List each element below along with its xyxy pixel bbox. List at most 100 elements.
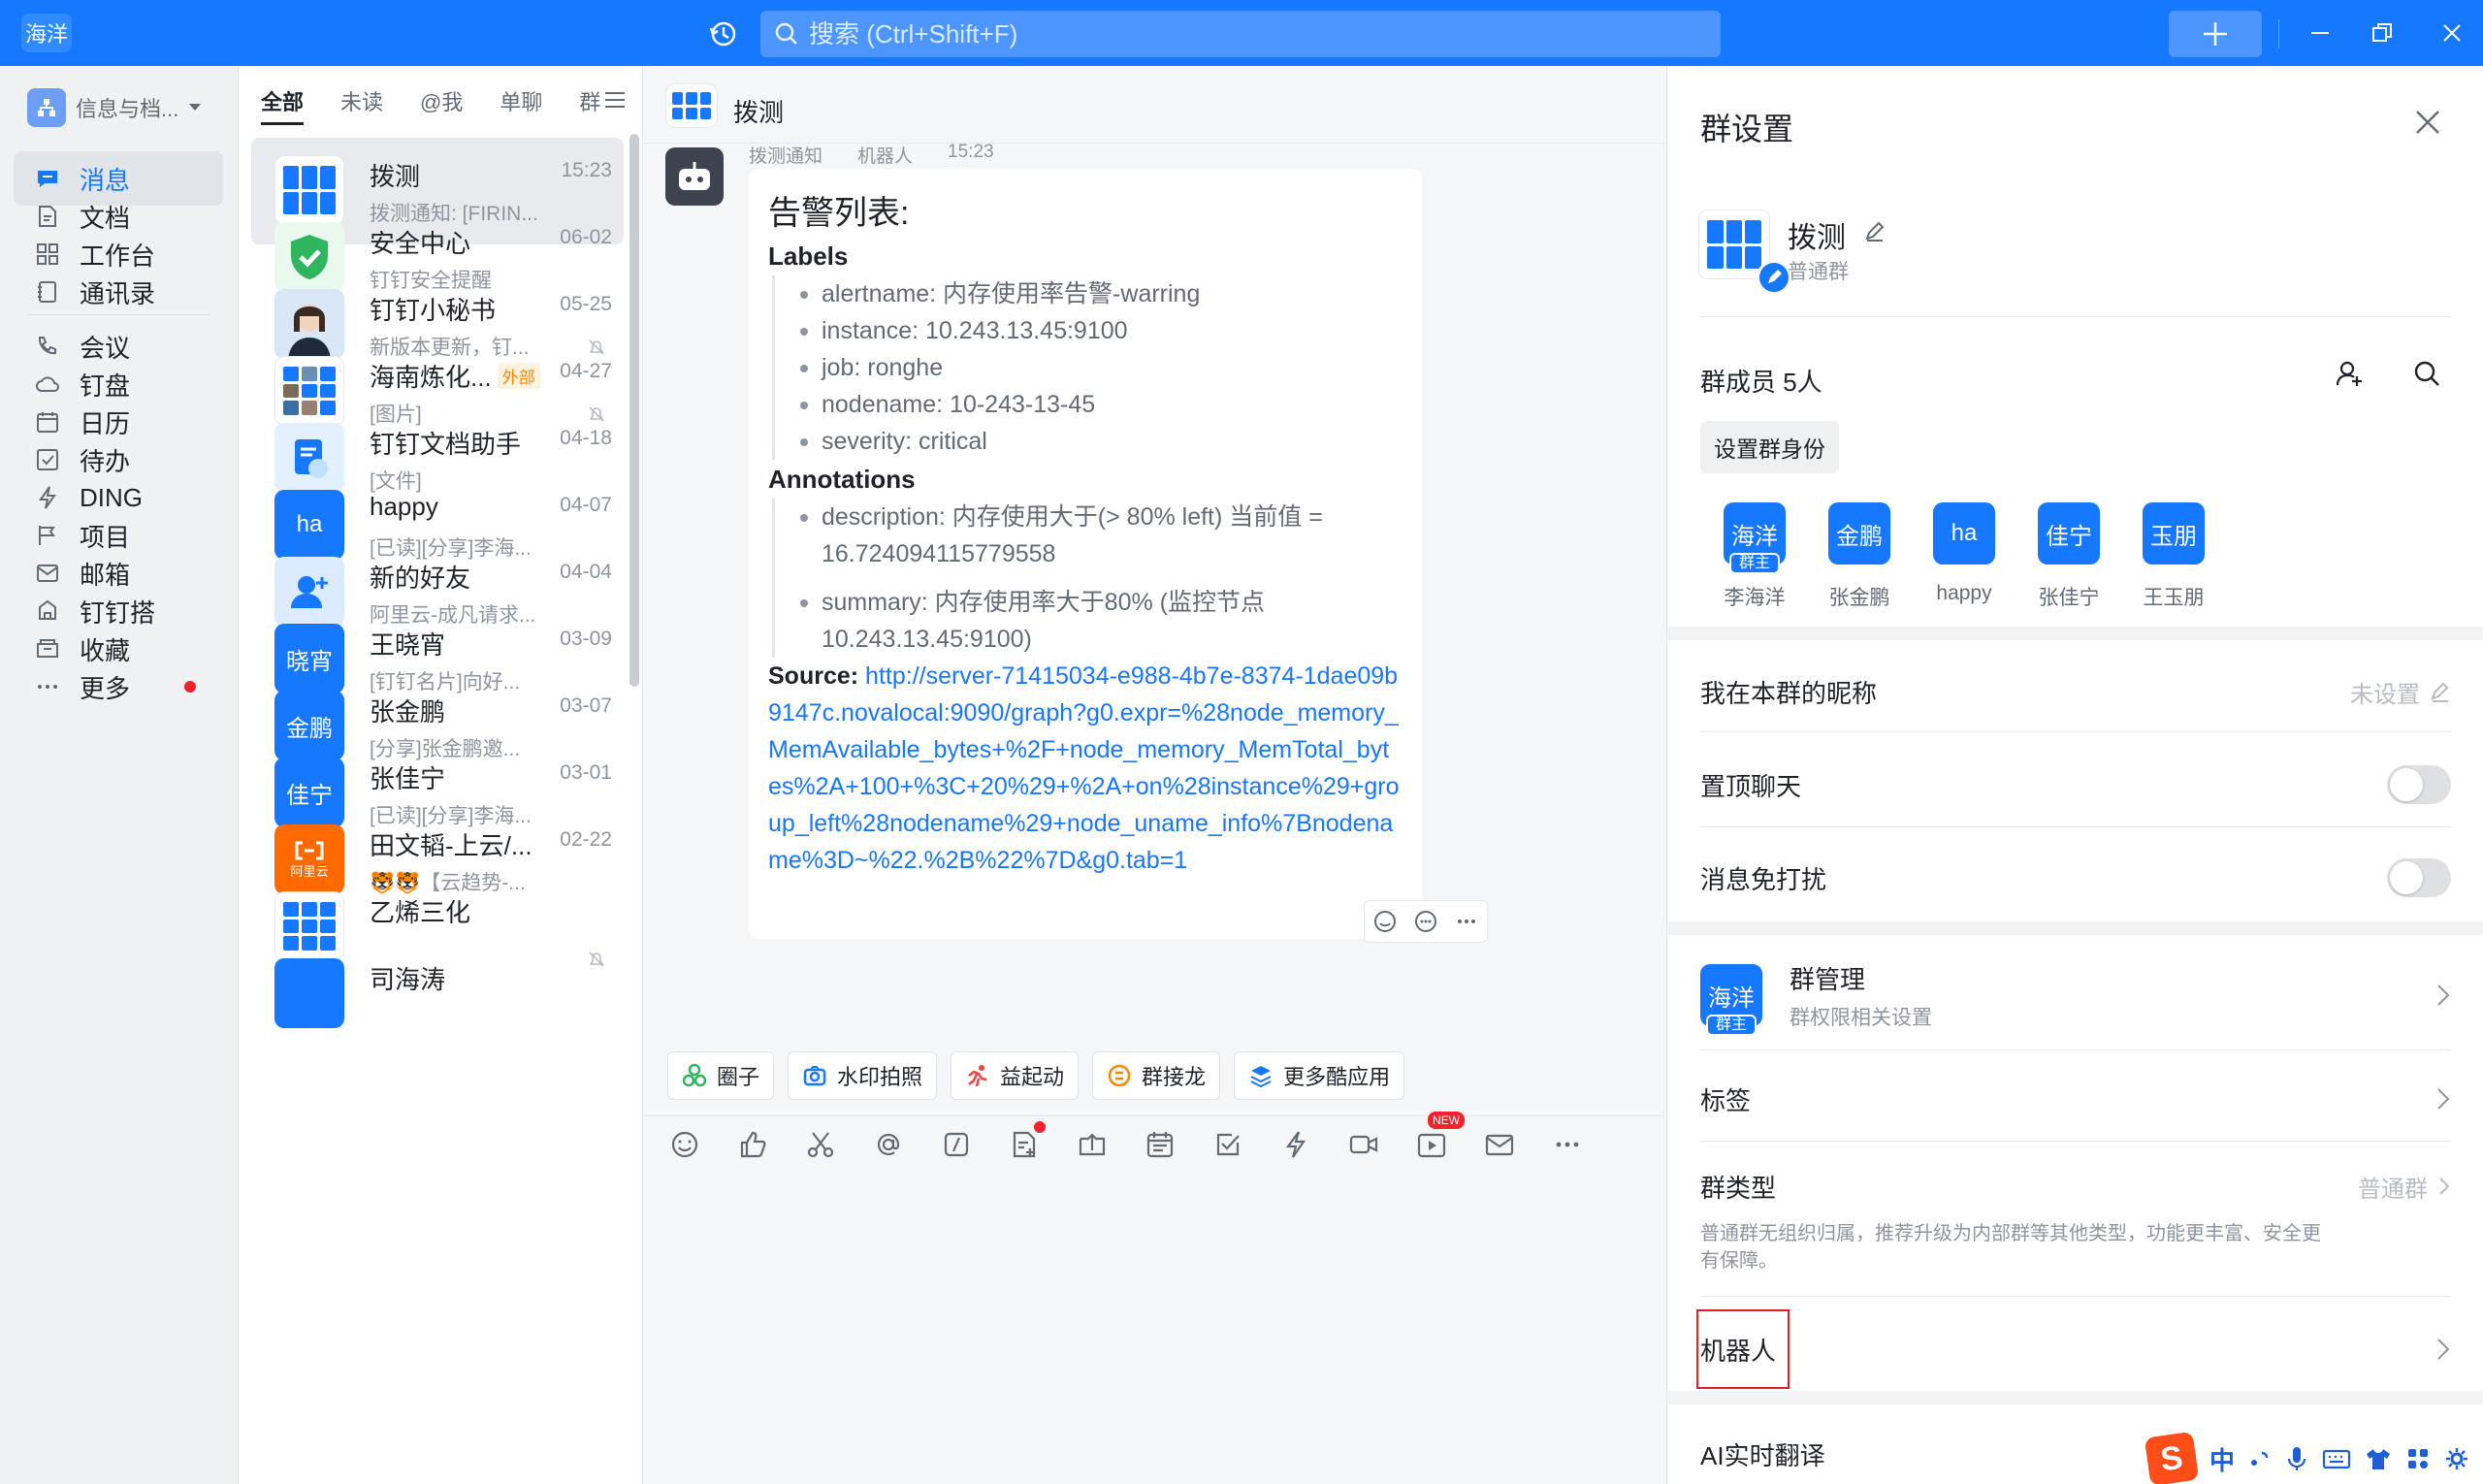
conversation-name: 田文韬-上云/... xyxy=(370,831,532,860)
member-item[interactable]: 玉朋 王玉朋 xyxy=(2135,502,2212,611)
user-avatar-badge[interactable]: 海洋 xyxy=(21,14,72,52)
source-line: Source: http://server-71415034-e988-4b7e… xyxy=(768,658,1403,879)
schedule-icon[interactable] xyxy=(1143,1127,1177,1162)
microphone-icon[interactable] xyxy=(2285,1445,2308,1472)
tab-all[interactable]: 全部 xyxy=(261,85,305,125)
tab-unread[interactable]: 未读 xyxy=(340,85,383,125)
emoji-reaction-icon[interactable] xyxy=(1372,909,1398,934)
conversation-item[interactable]: 司海涛 xyxy=(251,941,624,1048)
quick-app-more-apps[interactable]: 更多酷应用 xyxy=(1234,1051,1405,1100)
history-icon[interactable] xyxy=(706,16,741,51)
owner-avatar: 海洋 群主 xyxy=(1700,964,1762,1036)
ding-message-icon[interactable] xyxy=(1278,1127,1313,1162)
tab-mentions[interactable]: @我 xyxy=(420,85,463,125)
members-title: 群成员 5人 xyxy=(1700,368,1822,397)
conversation-time: 15:23 xyxy=(561,159,612,181)
tab-groups[interactable]: 群 xyxy=(579,85,600,125)
email-icon[interactable] xyxy=(1482,1127,1517,1162)
nickname-value: 未设置 xyxy=(2350,675,2451,709)
more-tools-icon[interactable] xyxy=(1550,1127,1585,1162)
toolbox-icon[interactable] xyxy=(2405,1446,2431,1471)
divider xyxy=(1700,1049,2451,1050)
skin-icon[interactable] xyxy=(2365,1446,2392,1471)
titlebar-divider xyxy=(2278,19,2279,48)
list-scrollbar[interactable] xyxy=(629,134,639,687)
new-document-icon[interactable] xyxy=(1007,1121,1046,1162)
close-window-button[interactable] xyxy=(2433,14,2471,52)
more-actions-icon[interactable] xyxy=(1454,909,1479,934)
mute-toggle[interactable] xyxy=(2387,858,2451,897)
tags-row[interactable]: 标签 xyxy=(1700,1073,2451,1125)
minimize-button[interactable] xyxy=(2301,14,2339,52)
add-member-icon[interactable] xyxy=(2335,359,2364,393)
new-tag: NEW xyxy=(1428,1112,1465,1129)
quick-app-watermark-camera[interactable]: 水印拍照 xyxy=(788,1051,938,1100)
live-stream-icon[interactable]: NEW xyxy=(1414,1112,1465,1162)
quick-app-label: 群接龙 xyxy=(1142,1065,1207,1089)
upload-file-icon[interactable] xyxy=(1075,1127,1110,1162)
conversation-list: 全部 未读 @我 单聊 群 拨测 15:23 拨测通知: [FIRIN... 安… xyxy=(240,66,643,1484)
message-sender-role: 机器人 xyxy=(857,146,914,167)
search-icon xyxy=(775,22,797,45)
group-avatar-large[interactable] xyxy=(1698,210,1791,295)
create-button[interactable] xyxy=(2169,11,2262,57)
reply-icon[interactable] xyxy=(1413,909,1438,934)
member-avatar: 海洋 群主 xyxy=(1724,502,1786,574)
quick-app-relay[interactable]: 群接龙 xyxy=(1092,1051,1221,1100)
group-management-row[interactable]: 海洋 群主 群管理 群权限相关设置 xyxy=(1700,956,2451,1036)
screenshot-icon[interactable] xyxy=(803,1127,838,1162)
slash-command-icon[interactable] xyxy=(939,1127,974,1162)
set-group-identity-button[interactable]: 设置群身份 xyxy=(1700,421,1839,473)
member-item[interactable]: 金鹏 张金鹏 xyxy=(1821,502,1898,611)
search-icon[interactable] xyxy=(2412,359,2441,393)
group-type-label: 群类型 xyxy=(1700,1173,1777,1203)
group-type-row[interactable]: 群类型 普通群 xyxy=(1700,1160,2451,1212)
member-item[interactable]: ha happy xyxy=(1925,502,2003,605)
mention-icon[interactable] xyxy=(871,1127,906,1162)
conversation-time: 06-02 xyxy=(560,226,612,248)
member-name: 李海洋 xyxy=(1724,587,1786,609)
search-input[interactable] xyxy=(809,18,1682,49)
close-icon[interactable] xyxy=(2412,107,2443,143)
filter-menu-icon[interactable] xyxy=(602,87,628,117)
ime-mode[interactable]: 中 xyxy=(2209,1441,2235,1477)
edit-name-icon[interactable] xyxy=(1863,219,1886,247)
source-link[interactable]: http://server-71415034-e988-4b7e-8374-1d… xyxy=(768,662,1400,874)
tab-single-chat[interactable]: 单聊 xyxy=(500,85,542,125)
quick-app-exercise[interactable]: 益起动 xyxy=(951,1051,1080,1100)
circle-app-icon xyxy=(682,1063,707,1087)
video-call-icon[interactable] xyxy=(1346,1127,1381,1162)
member-item[interactable]: 佳宁 张佳宁 xyxy=(2030,502,2108,611)
pin-chat-toggle[interactable] xyxy=(2387,765,2451,804)
global-search[interactable] xyxy=(760,11,1721,57)
punctuation-icon[interactable] xyxy=(2248,1447,2272,1470)
source-label: Source: xyxy=(768,662,859,690)
emoji-icon[interactable] xyxy=(667,1127,702,1162)
tags-label: 标签 xyxy=(1700,1085,1752,1115)
label-item: nodename: 10-243-13-45 xyxy=(798,386,1403,423)
labels-list: alertname: 内存使用率告警-warring instance: 10.… xyxy=(772,275,1403,460)
keyboard-icon[interactable] xyxy=(2322,1447,2351,1470)
settings-gear-icon[interactable] xyxy=(2444,1446,2469,1471)
sogou-logo[interactable]: S xyxy=(2144,1431,2200,1484)
robot-row[interactable]: 机器人 xyxy=(1700,1323,2451,1375)
organization-switcher[interactable]: 信息与档... xyxy=(27,87,202,128)
more-icon xyxy=(38,685,57,689)
thumbs-up-icon[interactable] xyxy=(735,1127,770,1162)
nickname-label: 我在本群的昵称 xyxy=(1700,678,1878,708)
alert-message-bubble[interactable]: 告警列表: Labels alertname: 内存使用率告警-warring … xyxy=(749,169,1422,939)
section-separator xyxy=(1667,627,2483,640)
group-name: 拨测 xyxy=(1788,222,1846,254)
member-item[interactable]: 海洋 群主 李海洋 xyxy=(1716,502,1793,611)
nav-item-contacts[interactable]: 通讯录 xyxy=(14,265,223,319)
conversation-name: 钉钉小秘书 xyxy=(370,296,497,325)
chevron-right-icon xyxy=(2437,1088,2450,1110)
edit-avatar-icon[interactable] xyxy=(1757,260,1791,295)
mute-label: 消息免打扰 xyxy=(1700,864,1827,894)
relay-icon xyxy=(1108,1064,1131,1087)
ai-translate-label: AI实时翻译 xyxy=(1700,1440,1825,1470)
restore-button[interactable] xyxy=(2363,14,2402,52)
quick-app-circle[interactable]: 圈子 xyxy=(667,1051,775,1100)
nickname-row[interactable]: 我在本群的昵称 未设置 xyxy=(1700,665,2451,718)
task-icon[interactable] xyxy=(1210,1127,1245,1162)
